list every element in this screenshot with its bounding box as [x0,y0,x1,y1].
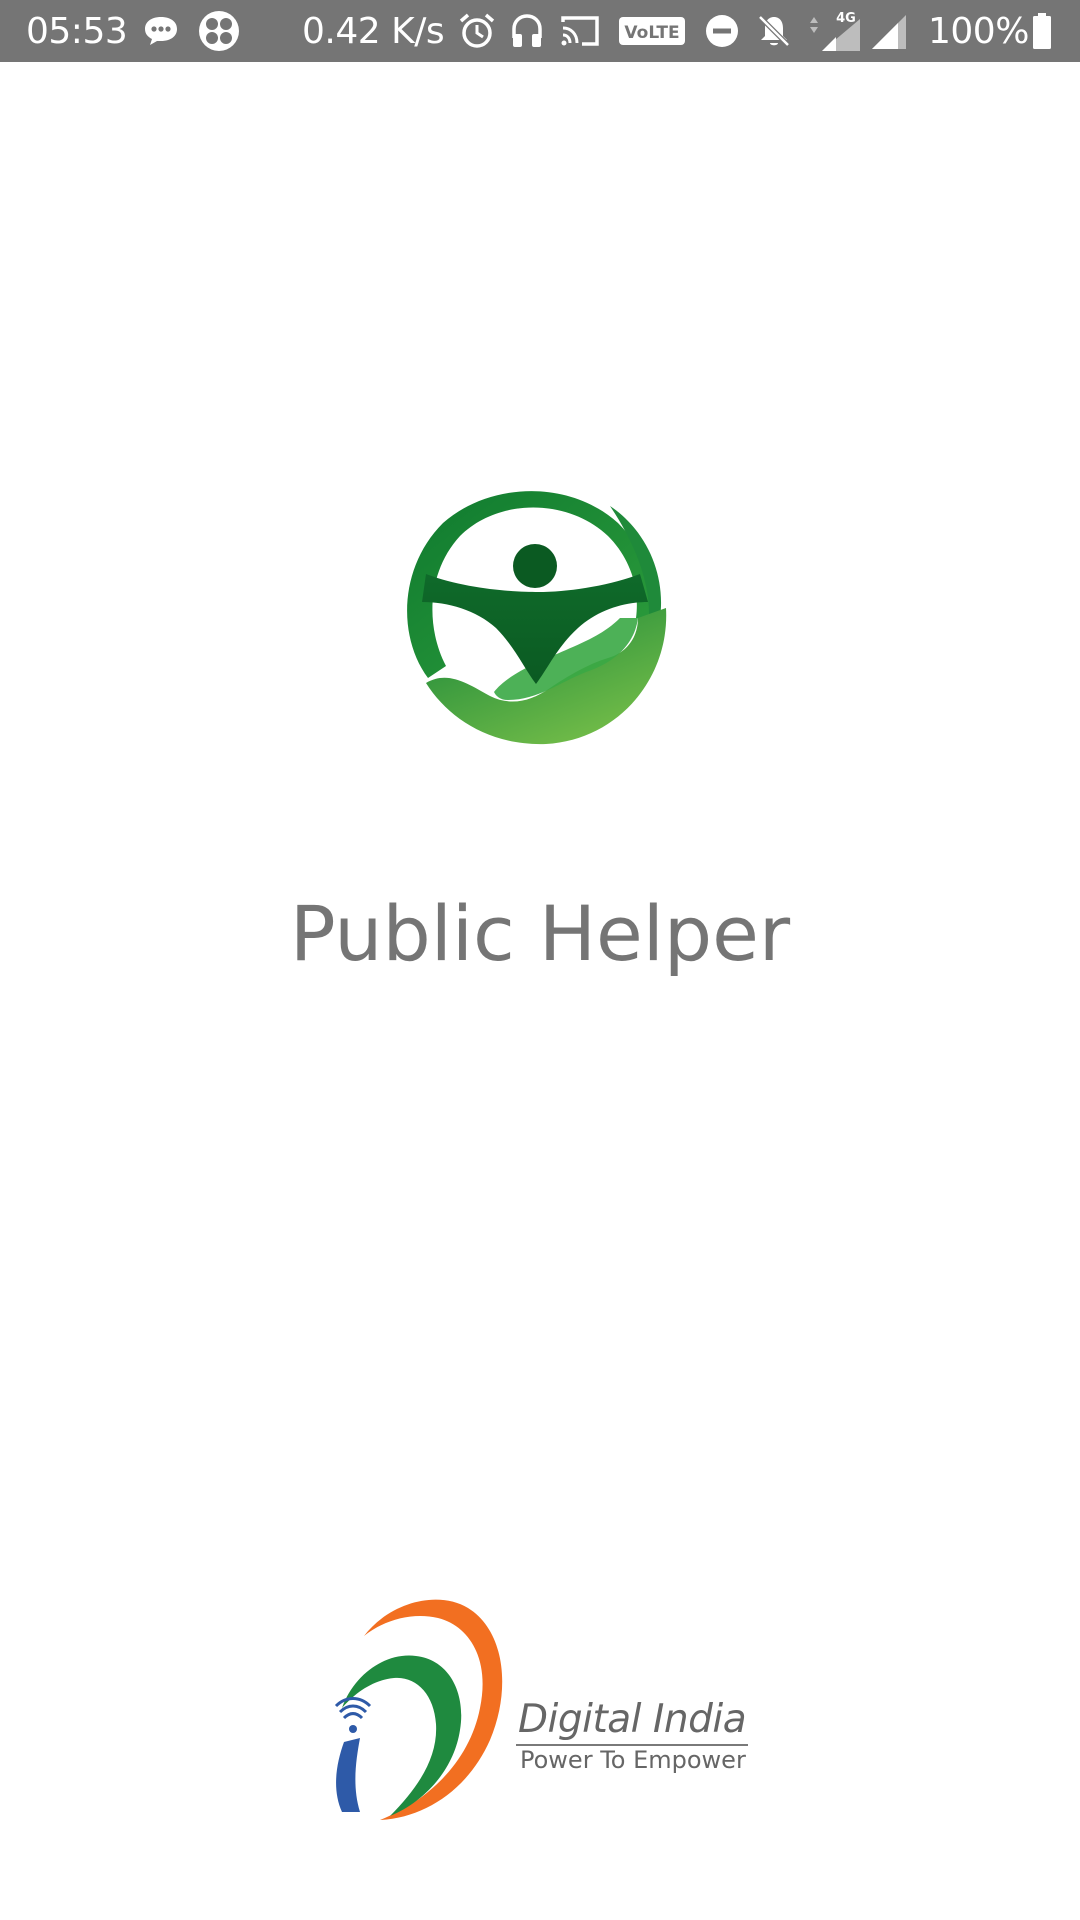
battery-percent: 100% [928,10,1029,52]
svg-text:4G: 4G [836,11,856,26]
notifications-off-icon [755,0,793,62]
do-not-disturb-icon [704,0,740,62]
digital-india-name: Digital India [518,1697,747,1742]
digital-india-tagline: Power To Empower [520,1746,746,1774]
status-bar: 05:53 0.42 K/s VoLTE 4G 100% [0,0,1080,62]
app-icon [198,0,240,62]
digital-india-logo [320,1590,520,1825]
signal-4g-icon: 4G [806,0,862,62]
splash-screen: 05:53 0.42 K/s VoLTE 4G 100% Public Help… [0,0,1080,1920]
status-time: 05:53 [26,10,128,52]
public-helper-logo [398,478,674,748]
volte-icon: VoLTE [618,0,686,62]
network-speed: 0.42 K/s [302,10,445,52]
cast-icon [560,0,600,62]
battery-icon [1032,0,1052,62]
chat-icon [143,0,179,62]
svg-text:VoLTE: VoLTE [624,23,679,43]
alarm-icon [458,0,496,62]
app-title: Public Helper [289,889,791,978]
signal-icon [870,0,908,62]
headset-icon [510,0,544,62]
